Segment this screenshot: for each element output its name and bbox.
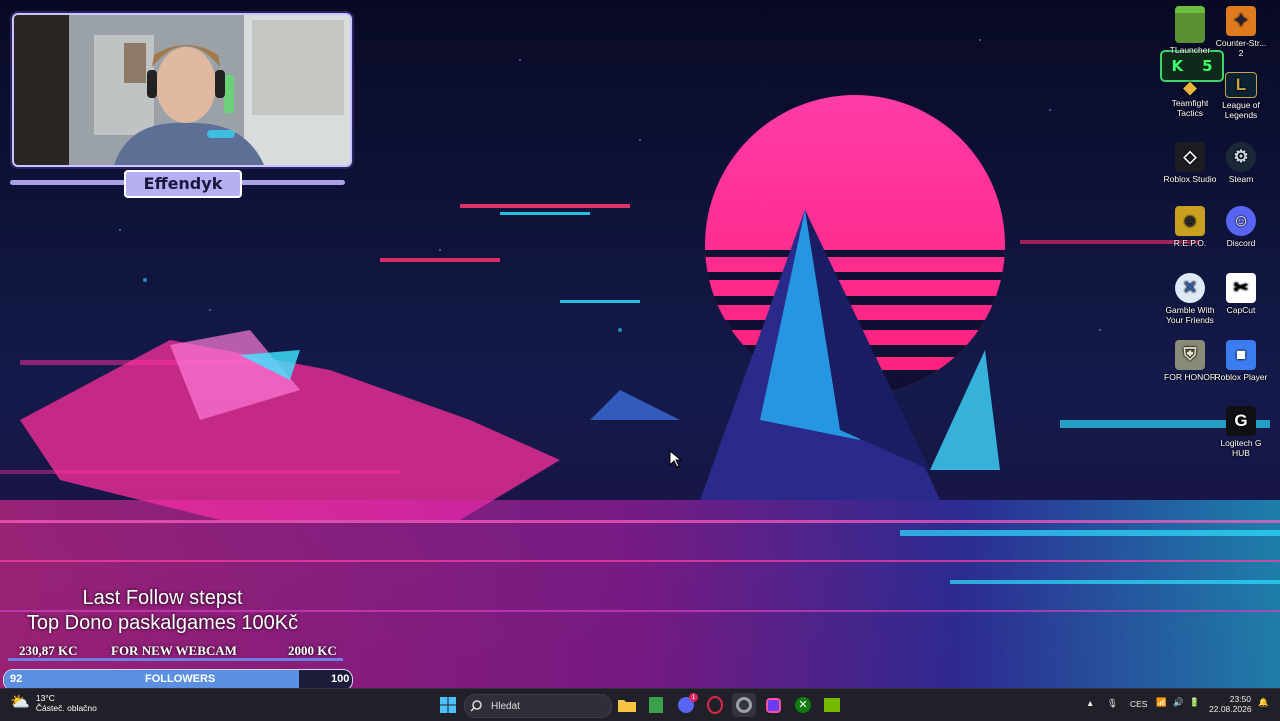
taskbar-xbox[interactable]: ✕ xyxy=(791,693,815,717)
desktop-icon-label: CapCut xyxy=(1226,305,1256,315)
clock-date: 22.08.2026 xyxy=(1209,704,1252,714)
chevron-up-icon[interactable]: ▲ xyxy=(1086,698,1094,708)
clock-time: 23:50 xyxy=(1229,694,1251,704)
desktop-icon-counter-strike[interactable]: ✦ Counter-Str... 2 xyxy=(1213,6,1269,58)
donation-goal-title: FOR NEW WEBCAM xyxy=(111,643,237,658)
volume-icon[interactable]: 🔊 xyxy=(1173,697,1184,708)
taskbar-app-purple[interactable] xyxy=(761,693,785,717)
wifi-icon[interactable]: 📶 xyxy=(1156,697,1167,708)
desktop-icon-label: League of Legends xyxy=(1222,100,1260,120)
clock[interactable]: 23:50 22.08.2026 xyxy=(1209,694,1252,714)
notification-badge: 1 xyxy=(689,693,698,702)
battery-icon[interactable]: 🔋 xyxy=(1189,697,1200,708)
desktop-icon-label: Roblox Studio xyxy=(1163,174,1217,184)
for-honor-icon: ⛨ xyxy=(1175,340,1205,370)
desktop-icon-discord[interactable]: ☺ Discord xyxy=(1213,206,1269,248)
streamer-nameplate: Effendyk xyxy=(124,170,242,198)
desktop-icon-label: Logitech G HUB xyxy=(1220,438,1262,458)
app-icon xyxy=(765,697,781,713)
desktop-icon-for-honor[interactable]: ⛨ FOR HONOR xyxy=(1162,340,1218,382)
league-of-legends-icon: L xyxy=(1225,72,1257,98)
roblox-player-icon: ■ xyxy=(1226,340,1256,370)
followers-target: 100 xyxy=(331,673,350,685)
folder-icon xyxy=(618,700,636,712)
start-button[interactable] xyxy=(436,693,460,717)
taskbar-minecraft-launcher[interactable] xyxy=(644,693,668,717)
mouse-cursor xyxy=(669,450,683,468)
language-indicator[interactable]: CES xyxy=(1130,699,1147,709)
windows-logo-icon xyxy=(440,697,456,713)
taskbar-opera-gx[interactable] xyxy=(703,693,727,717)
taskbar: ⛅ 13°C Částeč. oblačno Hledat 1 ✕ ▲ 🎙 CE… xyxy=(0,688,1280,721)
gamble-icon: ✕ xyxy=(1175,273,1205,303)
desktop-icon-league-of-legends[interactable]: L League of Legends xyxy=(1213,72,1269,120)
discord-icon: ☺ xyxy=(1226,206,1256,236)
desktop-icon-label: Discord xyxy=(1226,238,1256,248)
desktop-icon-label: R.E.P.O. xyxy=(1173,238,1207,248)
overlay-badge-count: 5 xyxy=(1202,57,1213,75)
desktop-icon-repo[interactable]: ☻ R.E.P.O. xyxy=(1162,206,1218,248)
weather-temperature: 13°C xyxy=(35,693,55,703)
webcam-frame xyxy=(12,13,352,167)
followers-current: 92 xyxy=(10,673,23,685)
search-icon xyxy=(470,700,482,712)
xbox-icon: ✕ xyxy=(795,697,811,713)
desktop-icon-label: Steam xyxy=(1228,174,1254,184)
notifications-icon[interactable]: 🔔 xyxy=(1258,697,1269,708)
desktop-icon-gamble-with-your-friends[interactable]: ✕ Gamble With Your Friends xyxy=(1162,273,1218,325)
desktop-icon-label: FOR HONOR xyxy=(1164,372,1216,382)
steam-icon: ⚙ xyxy=(1226,142,1256,172)
desktop-icon-roblox-player[interactable]: ■ Roblox Player xyxy=(1213,340,1269,382)
capcut-icon: ✂ xyxy=(1226,273,1256,303)
donation-target: 2000 KC xyxy=(288,643,337,658)
stream-info-panel: Last Follow stepst Top Dono paskalgames … xyxy=(0,586,325,636)
taskbar-discord[interactable]: 1 xyxy=(674,693,698,717)
followers-label: FOLLOWERS xyxy=(145,673,216,685)
webcam-feed xyxy=(14,15,350,165)
donation-goal-underline xyxy=(8,658,343,661)
teamfight-tactics-icon: ◆ xyxy=(1183,78,1197,97)
desktop-icon-label: Counter-Str... 2 xyxy=(1215,38,1267,58)
roblox-studio-icon: ◇ xyxy=(1175,142,1205,172)
taskbar-file-explorer[interactable] xyxy=(615,693,639,717)
nvidia-icon xyxy=(824,698,840,712)
microphone-icon[interactable]: 🎙 xyxy=(1107,698,1118,709)
opera-gx-icon xyxy=(707,696,723,714)
desktop-icon-logitech-ghub[interactable]: G Logitech G HUB xyxy=(1213,406,1269,458)
taskbar-search-input[interactable]: Hledat xyxy=(464,694,612,718)
logitech-ghub-icon: G xyxy=(1226,406,1256,436)
desktop-icon-label: Teamfight Tactics xyxy=(1171,98,1209,118)
weather-description: Částeč. oblačno xyxy=(35,703,97,713)
top-dono-text: Top Dono paskalgames 100Kč xyxy=(26,612,299,634)
desktop-icon-roblox-studio[interactable]: ◇ Roblox Studio xyxy=(1162,142,1218,184)
desktop-icon-label: TLauncher xyxy=(1169,45,1211,55)
counter-strike-icon: ✦ xyxy=(1226,6,1256,36)
taskbar-nvidia[interactable] xyxy=(820,693,844,717)
desktop-icon-label: Gamble With Your Friends xyxy=(1165,305,1215,325)
donation-current: 230,87 KC xyxy=(19,643,78,658)
partly-cloudy-icon: ⛅ xyxy=(10,694,30,711)
desktop-icon-steam[interactable]: ⚙ Steam xyxy=(1213,142,1269,184)
minecraft-icon xyxy=(649,697,663,713)
desktop-icon-capcut[interactable]: ✂ CapCut xyxy=(1213,273,1269,315)
desktop-icon-teamfight-tactics[interactable]: ◆ Teamfight Tactics xyxy=(1162,78,1218,118)
overlay-badge-letter: K xyxy=(1171,57,1184,75)
taskbar-chrome[interactable] xyxy=(732,693,756,717)
desktop-icon-tlauncher[interactable]: TLauncher xyxy=(1162,6,1218,55)
desktop-icon-label: Roblox Player xyxy=(1214,372,1268,382)
repo-icon: ☻ xyxy=(1175,206,1205,236)
weather-widget[interactable]: ⛅ 13°C Částeč. oblačno xyxy=(10,693,97,713)
last-follow-text: Last Follow stepst xyxy=(82,587,243,609)
browser-icon xyxy=(736,697,752,713)
grass-block-icon xyxy=(1175,6,1205,43)
donation-goal: 230,87 KC FOR NEW WEBCAM 2000 KC xyxy=(0,640,350,660)
search-placeholder: Hledat xyxy=(491,700,520,712)
